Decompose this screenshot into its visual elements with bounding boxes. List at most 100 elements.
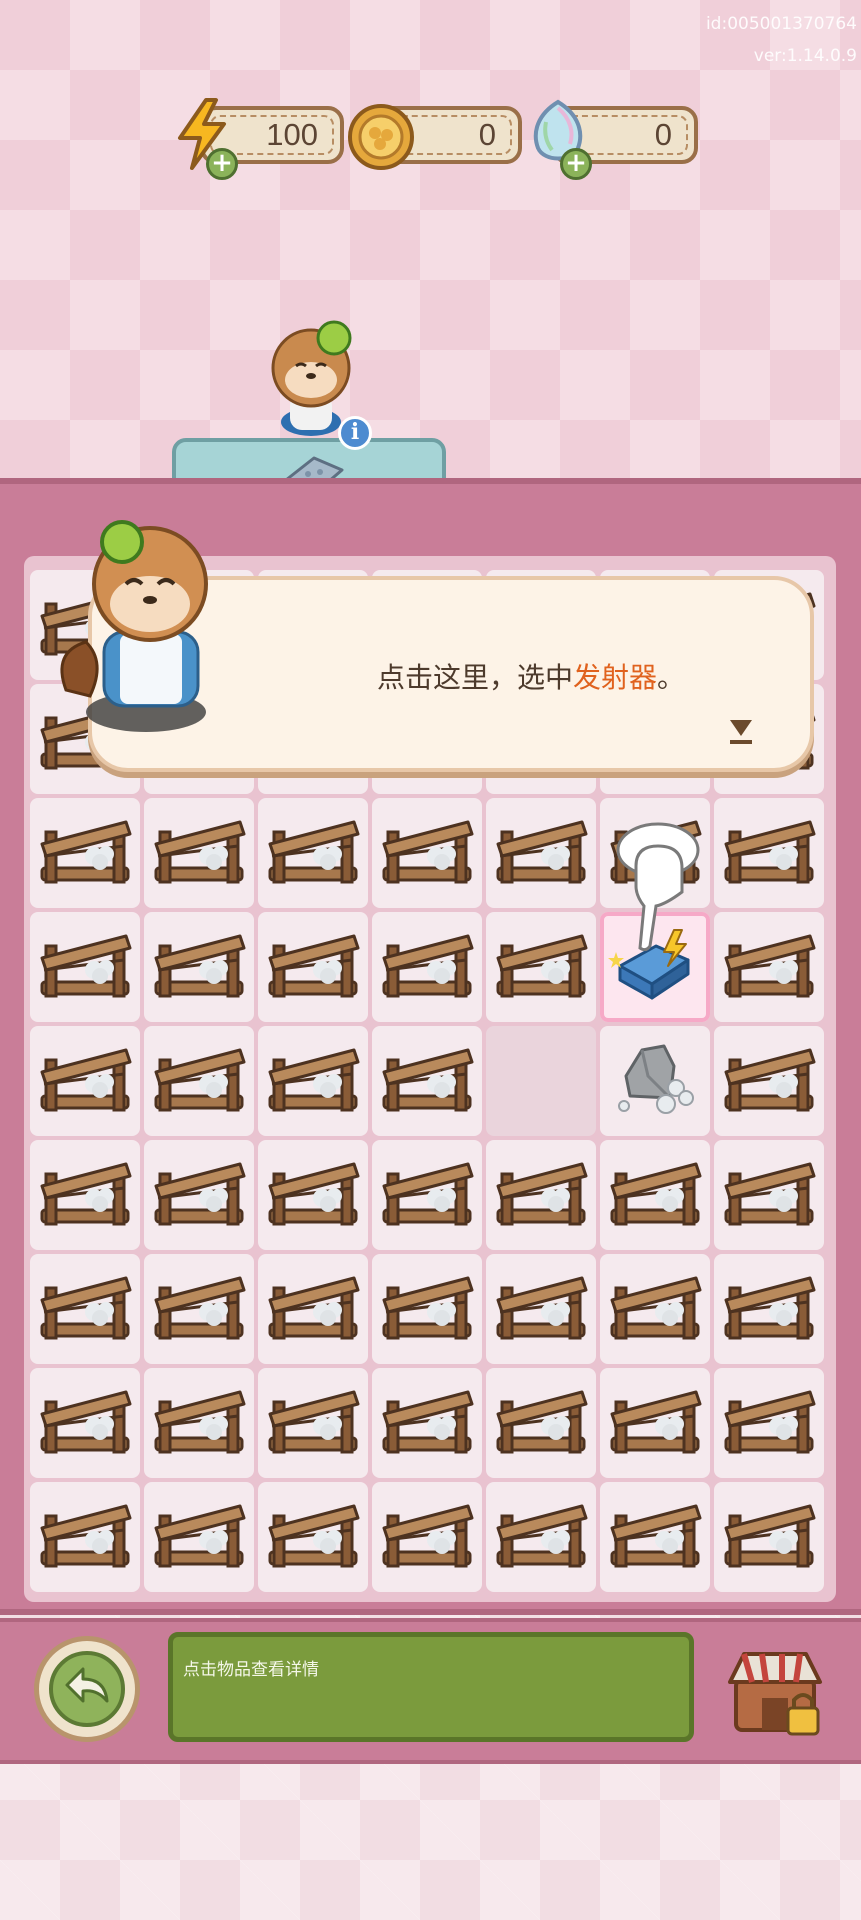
board-cell-crate[interactable] [714, 912, 824, 1022]
board-cell-crate[interactable] [144, 1368, 254, 1478]
coin-value: 0 [478, 117, 496, 152]
board-cell-crate[interactable] [600, 1482, 710, 1592]
board-cell-crate[interactable] [258, 1368, 368, 1478]
wooden-crate-icon [496, 1390, 588, 1454]
board-cell-crate[interactable] [258, 912, 368, 1022]
board-cell-crate[interactable] [258, 1482, 368, 1592]
wooden-crate-icon [40, 934, 132, 998]
item-detail-panel: 点击物品查看详情 [168, 1632, 694, 1742]
board-cell-crate[interactable] [30, 798, 140, 908]
wooden-crate-icon [382, 1504, 474, 1568]
wooden-crate-icon [724, 1276, 816, 1340]
board-cell-crate[interactable] [144, 1026, 254, 1136]
wooden-crate-icon [154, 1390, 246, 1454]
locked-shop-icon[interactable] [722, 1640, 828, 1744]
board-cell-crate[interactable] [714, 1026, 824, 1136]
board-cell-crate[interactable] [714, 798, 824, 908]
item-detail-hint: 点击物品查看详情 [183, 1660, 319, 1680]
board-cell-crate[interactable] [258, 798, 368, 908]
wooden-crate-icon [40, 1390, 132, 1454]
board-cell-crate[interactable] [486, 912, 596, 1022]
board-cell-crate[interactable] [372, 1482, 482, 1592]
wooden-crate-icon [724, 1504, 816, 1568]
device-info: id:005001370764 ver:1.14.0.9 [706, 8, 857, 72]
board-cell-crate[interactable] [30, 1140, 140, 1250]
wooden-crate-icon [40, 1276, 132, 1340]
board-cell-crate[interactable] [30, 912, 140, 1022]
board-cell-crate[interactable] [258, 1140, 368, 1250]
wooden-crate-icon [154, 1048, 246, 1112]
board-cell-crate[interactable] [486, 1254, 596, 1364]
board-cell-crate[interactable] [30, 1482, 140, 1592]
wooden-crate-icon [154, 1276, 246, 1340]
wooden-crate-icon [382, 1390, 474, 1454]
wooden-crate-icon [610, 1504, 702, 1568]
tutorial-pointer-hand-icon [616, 822, 700, 952]
info-button[interactable]: i [338, 416, 372, 450]
wooden-crate-icon [724, 1162, 816, 1226]
board-cell-crate[interactable] [372, 912, 482, 1022]
board-cell-crate[interactable] [372, 1368, 482, 1478]
undo-arrow-icon [65, 1667, 109, 1703]
board-cell-crate[interactable] [258, 1026, 368, 1136]
rock-icon [618, 1044, 694, 1114]
wooden-crate-icon [154, 1162, 246, 1226]
board-cell-crate[interactable] [144, 798, 254, 908]
wooden-crate-icon [496, 820, 588, 884]
wooden-crate-icon [40, 1162, 132, 1226]
board-cell-crate[interactable] [600, 1254, 710, 1364]
top-background [0, 0, 861, 480]
tutorial-text: 点击这里，选中发射器。 [376, 661, 686, 694]
board-cell-crate[interactable] [714, 1254, 824, 1364]
board-cell-crate[interactable] [486, 1482, 596, 1592]
wooden-crate-icon [496, 1504, 588, 1568]
board-cell-crate[interactable] [486, 798, 596, 908]
wooden-crate-icon [40, 1048, 132, 1112]
board-cell-crate[interactable] [714, 1140, 824, 1250]
version-text: ver:1.14.0.9 [753, 46, 857, 66]
board-cell-crate[interactable] [486, 1140, 596, 1250]
energy-value: 100 [266, 117, 318, 152]
wooden-crate-icon [382, 820, 474, 884]
undo-button[interactable] [34, 1636, 140, 1742]
wooden-crate-icon [496, 1276, 588, 1340]
wooden-crate-icon [724, 934, 816, 998]
board-cell-crate[interactable] [372, 1140, 482, 1250]
board-cell-crate[interactable] [372, 798, 482, 908]
board-cell-rock[interactable] [600, 1026, 710, 1136]
wooden-crate-icon [268, 1162, 360, 1226]
board-cell-crate[interactable] [30, 1368, 140, 1478]
wooden-crate-icon [382, 1276, 474, 1340]
continue-arrow-icon[interactable] [728, 716, 754, 746]
board-cell-crate[interactable] [372, 1026, 482, 1136]
wooden-crate-icon [154, 820, 246, 884]
board-cell-empty[interactable] [486, 1026, 596, 1136]
board-cell-crate[interactable] [144, 912, 254, 1022]
gem-value: 0 [654, 117, 672, 152]
board-cell-crate[interactable] [714, 1368, 824, 1478]
wooden-crate-icon [382, 934, 474, 998]
board-cell-crate[interactable] [144, 1482, 254, 1592]
wooden-crate-icon [268, 1048, 360, 1112]
wooden-crate-icon [40, 1504, 132, 1568]
tutorial-otter [60, 520, 208, 732]
board-cell-crate[interactable] [30, 1254, 140, 1364]
board-cell-crate[interactable] [486, 1368, 596, 1478]
board-cell-crate[interactable] [258, 1254, 368, 1364]
add-energy-button[interactable]: + [206, 148, 238, 180]
board-cell-crate[interactable] [600, 1368, 710, 1478]
board-cell-crate[interactable] [30, 1026, 140, 1136]
board-cell-crate[interactable] [144, 1254, 254, 1364]
tutorial-highlight: 发射器 [572, 661, 657, 694]
board-cell-crate[interactable] [600, 1140, 710, 1250]
wooden-crate-icon [268, 934, 360, 998]
wooden-crate-icon [154, 934, 246, 998]
board-cell-crate[interactable] [144, 1140, 254, 1250]
wooden-crate-icon [496, 934, 588, 998]
wooden-crate-icon [496, 1162, 588, 1226]
board-cell-crate[interactable] [372, 1254, 482, 1364]
device-id-text: id:005001370764 [705, 14, 857, 34]
board-cell-crate[interactable] [714, 1482, 824, 1592]
add-gem-button[interactable]: + [560, 148, 592, 180]
wooden-crate-icon [154, 1504, 246, 1568]
